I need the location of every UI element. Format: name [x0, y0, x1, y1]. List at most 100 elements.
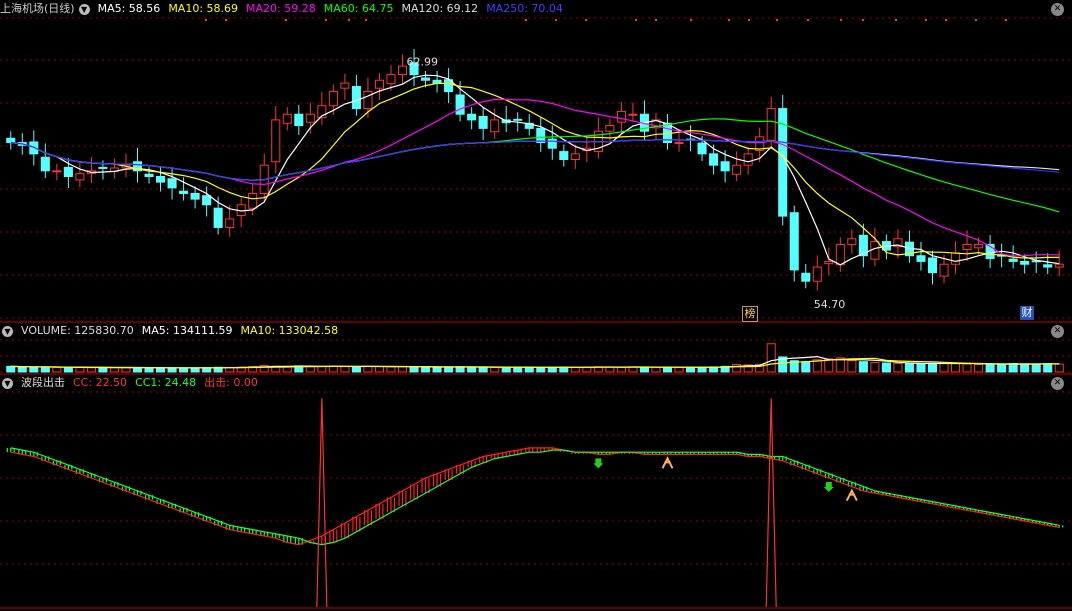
candle-body: [1043, 264, 1053, 268]
event-dot: [585, 19, 587, 21]
volume-bar: [927, 362, 938, 373]
candle-body: [1020, 260, 1030, 265]
volume-bar: [893, 363, 903, 373]
ma250-legend: MA250: 70.04: [486, 2, 563, 15]
candle-body: [363, 91, 373, 110]
buy-marker-icon: [845, 488, 858, 502]
event-dot: [840, 19, 842, 21]
candle-body: [732, 164, 742, 175]
chevron-down-icon[interactable]: ▼: [2, 325, 13, 337]
candle-body: [927, 257, 938, 274]
chevron-down-icon[interactable]: ▼: [78, 3, 90, 15]
candle-body: [75, 173, 85, 181]
volume-bar: [397, 366, 408, 373]
candle-body: [743, 153, 753, 166]
event-dot: [348, 19, 350, 21]
event-dot: [776, 19, 778, 21]
volume-bar: [974, 363, 984, 373]
volume-bar: [190, 367, 200, 373]
volume-bar: [605, 366, 615, 373]
ma60-legend: MA60: 64.75: [323, 2, 394, 15]
ma60-line: [10, 118, 1060, 213]
event-dot: [225, 19, 227, 21]
volume-bar: [363, 365, 373, 373]
ma20-legend: MA20: 59.28: [246, 2, 316, 15]
close-icon[interactable]: ✕: [1051, 377, 1064, 390]
volume-bar: [1054, 363, 1064, 373]
candle-body: [202, 195, 212, 206]
candle-body: [179, 190, 189, 194]
event-dot: [1005, 19, 1007, 21]
candle-body: [697, 142, 707, 155]
candle-body: [616, 110, 626, 123]
event-dot: [975, 19, 977, 21]
event-dot: [655, 19, 657, 21]
candle-body: [812, 266, 822, 282]
event-dot: [807, 19, 809, 21]
volume-bar: [86, 367, 96, 373]
volume-bar: [1043, 363, 1053, 373]
close-icon[interactable]: ✕: [1051, 3, 1064, 16]
down-arrow-icon: [823, 482, 834, 492]
volume-bar: [374, 366, 384, 373]
ma10-legend: MA10: 58.69: [168, 2, 239, 15]
candle-body: [1054, 263, 1064, 268]
volume-panel: [6, 343, 1064, 373]
ranking-badge[interactable]: 榜: [742, 306, 758, 322]
volume-bar: [1020, 363, 1030, 373]
chuji-signal-spike: [765, 398, 777, 608]
candle-body: [628, 113, 638, 116]
grid-lines: [0, 17, 1072, 609]
candle-body: [213, 207, 223, 228]
chevron-down-icon[interactable]: ▼: [2, 377, 13, 389]
volume-bar: [6, 365, 16, 373]
volume-bar: [29, 366, 39, 373]
volume-bar: [962, 363, 972, 373]
candle-body: [1008, 258, 1018, 262]
indicator-panel: [6, 398, 1064, 608]
candle-body: [432, 79, 442, 84]
candle-body: [916, 255, 926, 262]
volume-bar: [651, 366, 661, 373]
stock-chart: 62.99 54.70: [0, 17, 1072, 609]
candle-body: [720, 161, 730, 172]
candle-body: [328, 91, 338, 107]
candle-body: [824, 260, 834, 265]
volume-header: ▼ VOLUME: 125830.70 MA5: 134111.59 MA10: 13…: [0, 323, 346, 339]
high-price-label: 62.99: [407, 56, 439, 69]
volume-bar: [939, 362, 949, 373]
volume-ma10-legend: MA10: 133042.58: [240, 324, 339, 337]
candle-body: [536, 127, 546, 144]
volume-bar: [409, 366, 419, 373]
event-dot: [862, 19, 864, 21]
ma5-line: [10, 74, 1060, 266]
event-dot: [748, 19, 750, 21]
candle-body: [305, 113, 315, 123]
volume-bar: [490, 366, 500, 373]
indicator-title: 波段出击: [21, 376, 65, 389]
candle-body: [340, 82, 350, 89]
cc-legend: CC: 22.50: [73, 376, 128, 389]
volume-bar: [1008, 363, 1018, 373]
candle-body: [570, 153, 580, 161]
volume-bar: [547, 366, 557, 373]
candle-body: [351, 85, 361, 110]
volume-bar: [501, 366, 511, 373]
candle-body: [801, 272, 811, 282]
main-header: 上海机场(日线) ▼ MA5: 58.56 MA10: 58.69 MA20: 59.2…: [0, 1, 571, 17]
ma120-legend: MA120: 69.12: [401, 2, 479, 15]
finance-badge[interactable]: 财: [1020, 306, 1034, 320]
close-icon[interactable]: ✕: [1051, 325, 1064, 338]
candle-body: [674, 142, 684, 145]
candle-body: [478, 115, 488, 129]
volume-bar: [467, 366, 477, 373]
volume-bar: [616, 366, 626, 373]
candle-body: [156, 175, 166, 183]
event-dot: [205, 19, 207, 21]
event-dot: [635, 19, 637, 21]
event-dot: [690, 19, 692, 21]
candle-body: [29, 141, 39, 155]
candle-body: [144, 173, 154, 177]
cc1-legend: CC1: 24.48: [135, 376, 197, 389]
volume-bar: [904, 363, 914, 373]
